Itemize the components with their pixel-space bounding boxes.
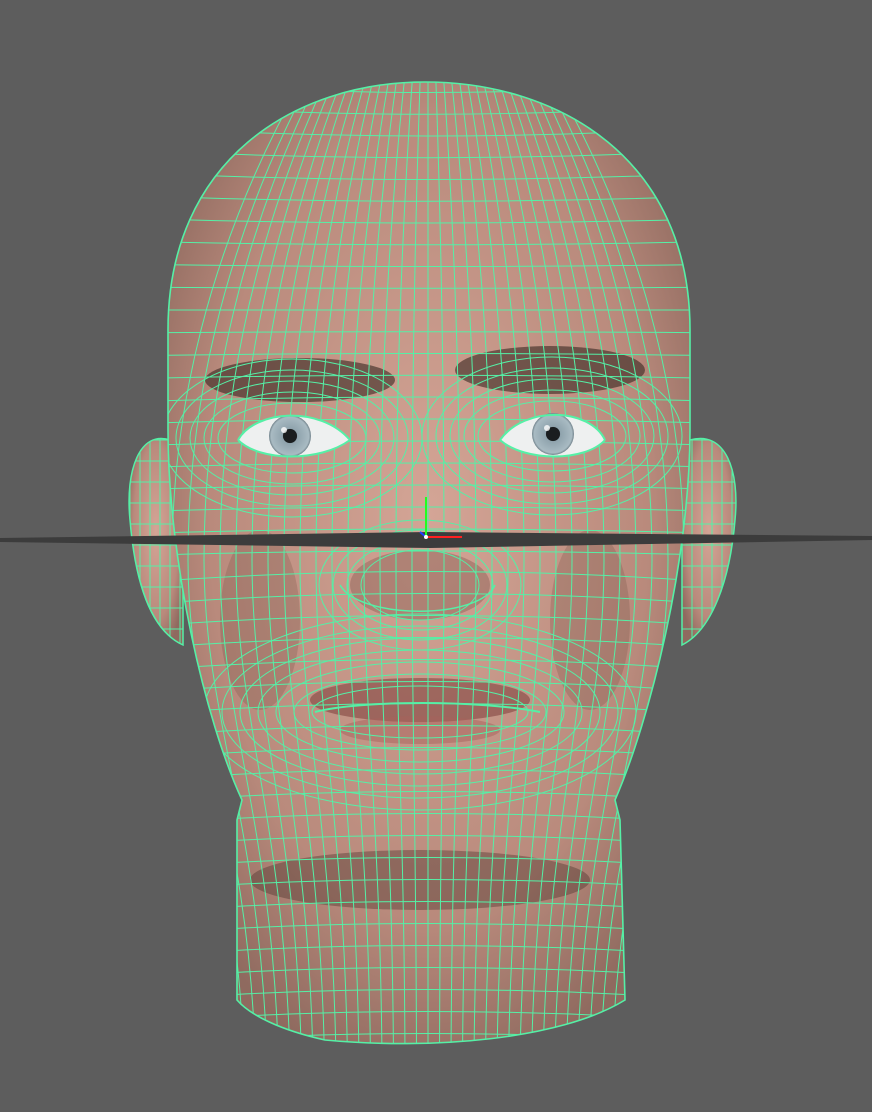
viewport-scene[interactable]	[0, 0, 872, 1112]
head-mesh-icon[interactable]	[120, 70, 740, 1060]
3d-viewport[interactable]	[0, 0, 872, 1112]
